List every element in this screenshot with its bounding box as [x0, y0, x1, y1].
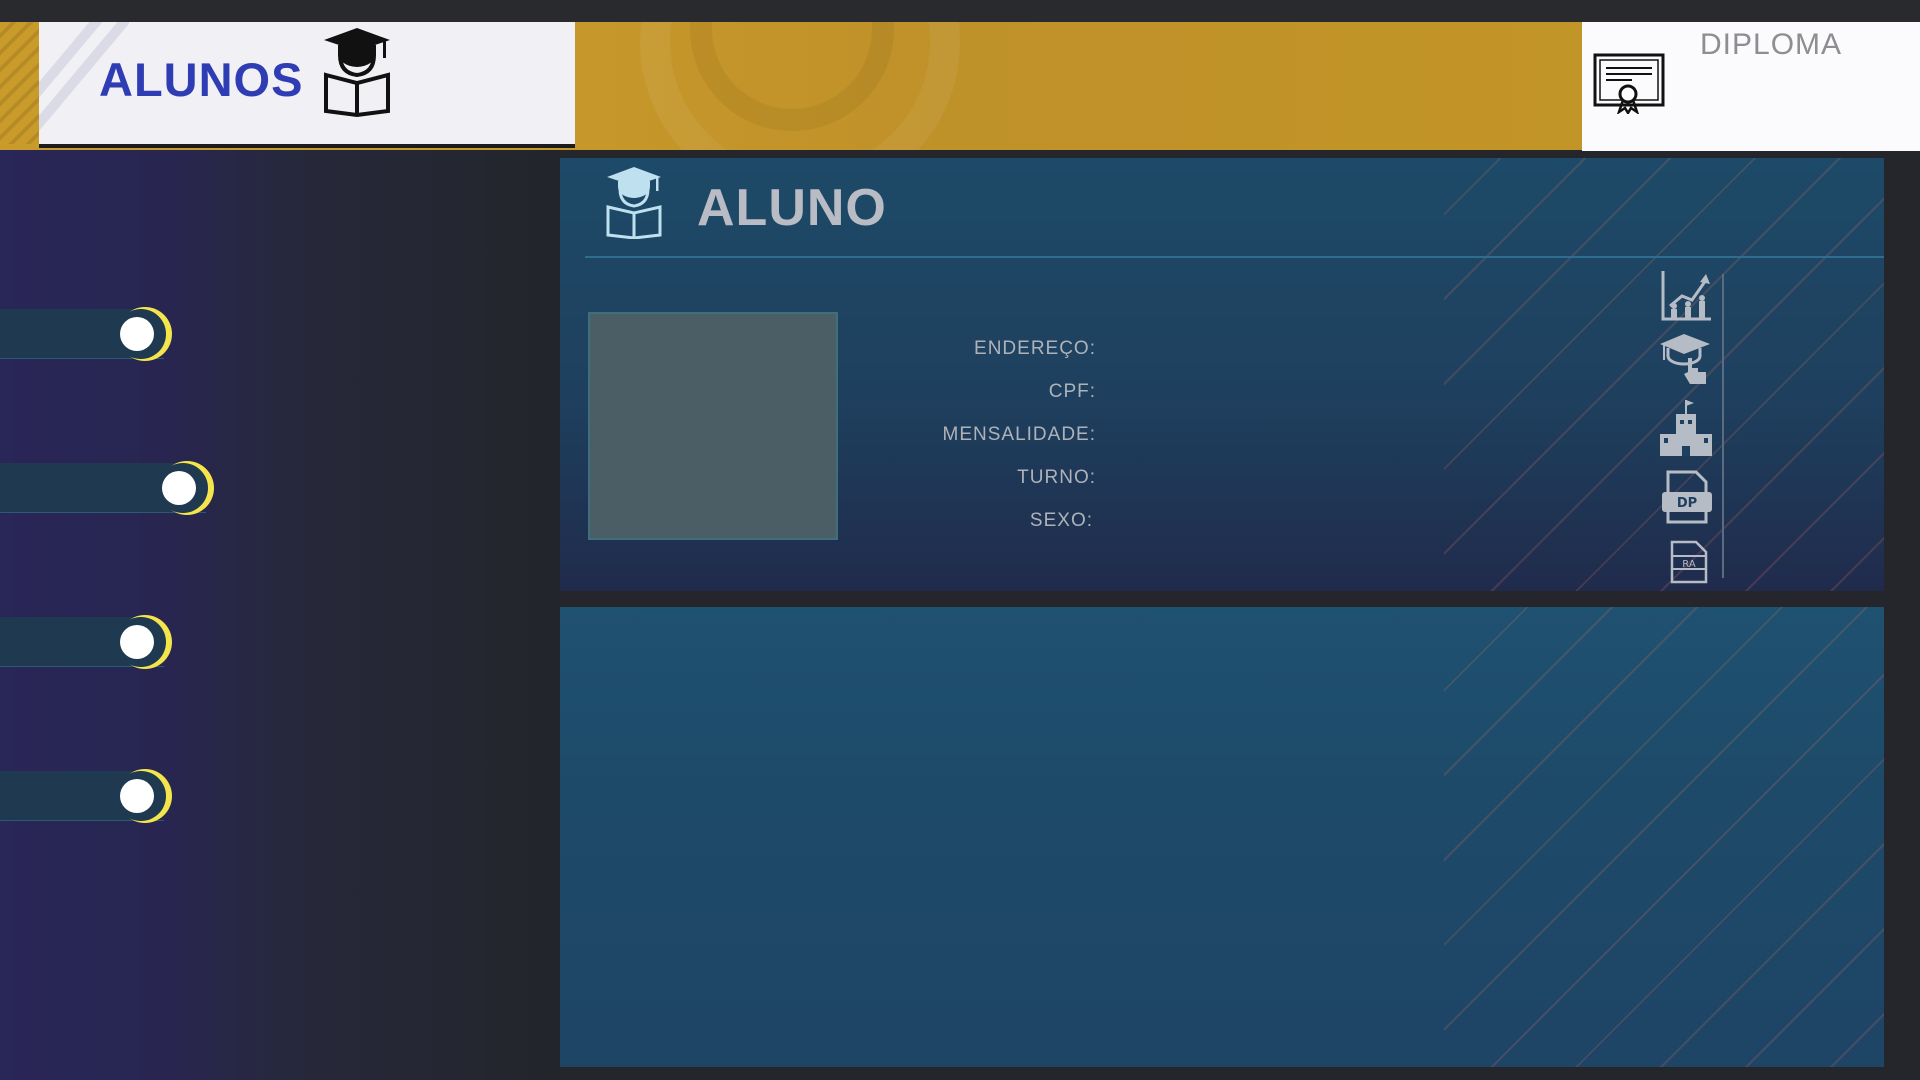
- panel-divider: [585, 256, 1884, 258]
- svg-text:RA: RA: [1682, 559, 1696, 570]
- svg-text:DP: DP: [1677, 496, 1697, 511]
- dp-document-icon[interactable]: DP: [1660, 470, 1714, 526]
- ra-document-icon[interactable]: RA: [1668, 540, 1710, 584]
- field-label-endereco: ENDEREÇO:: [974, 338, 1096, 359]
- top-strip: [0, 0, 1920, 22]
- header-stripes: [0, 22, 40, 144]
- toggle-knob: [120, 317, 154, 351]
- student-photo: [588, 312, 838, 540]
- sidebar-toggle-3[interactable]: [0, 615, 172, 669]
- student-reading-icon: [324, 28, 390, 117]
- diploma-button[interactable]: DIPLOMA: [1582, 22, 1920, 151]
- sidebar-toggle-2[interactable]: [0, 461, 214, 515]
- sidebar: [0, 150, 560, 1080]
- graduation-click-icon[interactable]: [1660, 332, 1714, 386]
- app-title: ALUNOS: [99, 53, 304, 106]
- field-label-mensalidade: MENSALIDADE:: [942, 424, 1096, 445]
- sidebar-toggle-4[interactable]: [0, 769, 172, 823]
- student-detail-panel: ALUNO ENDEREÇO: CPF: MENSALIDADE: TURNO:…: [560, 158, 1884, 591]
- toggle-knob: [162, 471, 196, 505]
- field-label-turno: TURNO:: [1017, 467, 1096, 488]
- field-label-sexo: SEXO:: [1029, 510, 1093, 531]
- student-icon: [606, 167, 662, 239]
- header-card: ALUNOS: [39, 22, 575, 144]
- content-panel: [560, 607, 1884, 1067]
- actions-divider: [1722, 274, 1724, 578]
- growth-chart-icon[interactable]: [1660, 268, 1714, 322]
- toggle-knob: [120, 779, 154, 813]
- diploma-label: DIPLOMA: [1700, 28, 1843, 61]
- field-label-cpf: CPF:: [1048, 381, 1096, 402]
- diploma-certificate-icon: [1593, 53, 1665, 114]
- sidebar-toggle-1[interactable]: [0, 307, 172, 361]
- toggle-knob: [120, 625, 154, 659]
- panel-title: ALUNO: [697, 179, 887, 237]
- school-building-icon[interactable]: [1656, 398, 1716, 458]
